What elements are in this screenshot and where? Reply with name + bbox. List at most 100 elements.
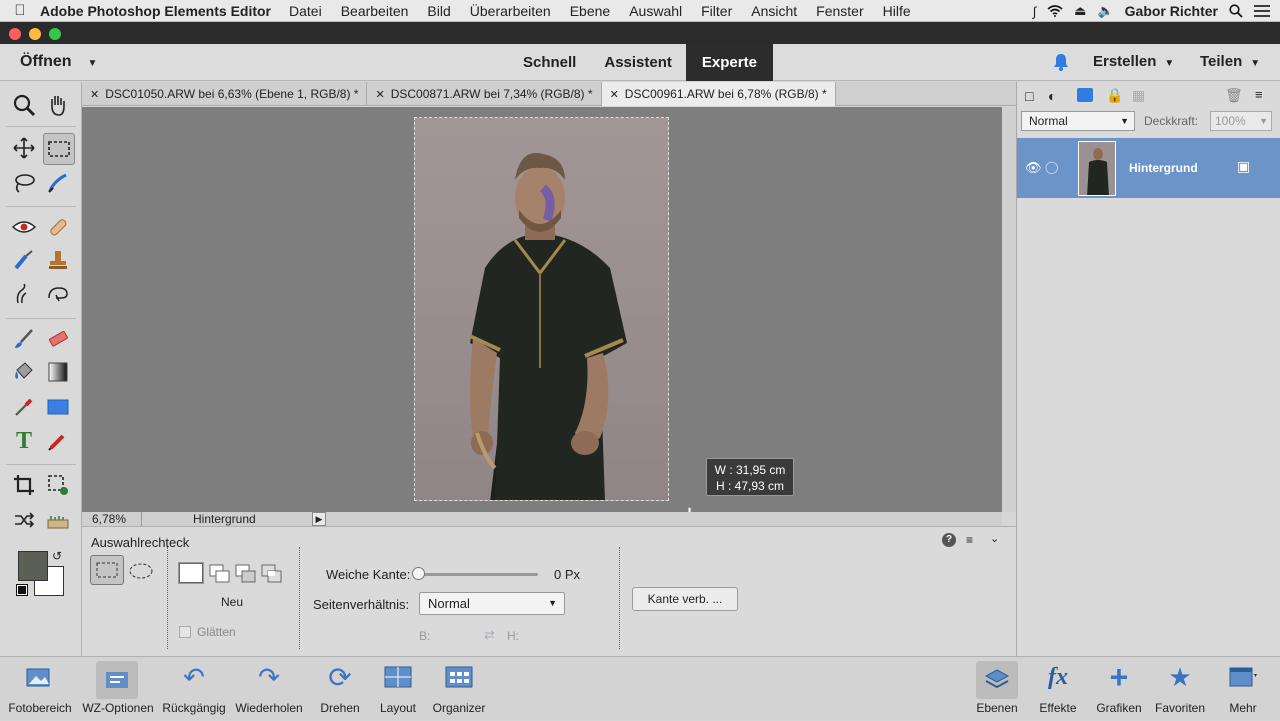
refine-edge-button[interactable]: Kante verb. ... bbox=[632, 587, 738, 611]
adjustment-layer-icon[interactable]: ◐ bbox=[1048, 88, 1056, 104]
eject-icon[interactable]: ⏏ bbox=[1074, 3, 1086, 19]
close-tab-icon[interactable]: ✕ bbox=[90, 89, 99, 101]
redo-button[interactable]: ↷ Wiederholen bbox=[230, 657, 308, 721]
trash-icon[interactable]: 🗑 bbox=[1225, 87, 1243, 104]
new-selection-icon[interactable] bbox=[178, 562, 204, 584]
apple-icon[interactable]:  bbox=[0, 2, 40, 19]
move-tool-icon[interactable] bbox=[9, 133, 39, 163]
eyedropper-tool-icon[interactable] bbox=[9, 392, 39, 422]
more-button[interactable]: Mehr bbox=[1218, 657, 1268, 721]
eraser-tool-icon[interactable] bbox=[43, 324, 73, 354]
bell-icon[interactable] bbox=[1051, 52, 1071, 72]
tab-schnell[interactable]: Schnell bbox=[509, 44, 590, 81]
brush-tool-icon[interactable] bbox=[9, 324, 39, 354]
document-tab[interactable]: ✕ DSC01050.ARW bei 6,63% (Ebene 1, RGB/8)… bbox=[82, 82, 368, 106]
menu-datei[interactable]: Datei bbox=[289, 3, 322, 19]
rectangular-marquee-tool-icon[interactable] bbox=[43, 133, 75, 165]
menu-bearbeiten[interactable]: Bearbeiten bbox=[341, 3, 409, 19]
rotate-button[interactable]: ⟳ Drehen bbox=[308, 657, 372, 721]
menu-filter[interactable]: Filter bbox=[701, 3, 732, 19]
layout-button[interactable]: Layout bbox=[372, 657, 424, 721]
menu-ueberarbeiten[interactable]: Überarbeiten bbox=[470, 3, 551, 19]
rect-marquee-option-icon[interactable] bbox=[90, 555, 124, 585]
photo-bin-button[interactable]: Fotobereich bbox=[0, 657, 80, 721]
user-name[interactable]: Gabor Richter bbox=[1125, 3, 1218, 19]
document-tab-active[interactable]: ✕ DSC00961.ARW bei 6,78% (RGB/8) * bbox=[601, 82, 836, 106]
layer-name[interactable]: Hintergrund bbox=[1129, 161, 1198, 175]
smudge-tool-icon[interactable] bbox=[9, 279, 39, 309]
new-layer-icon[interactable]: □ bbox=[1025, 88, 1033, 104]
menu-bild[interactable]: Bild bbox=[427, 3, 450, 19]
close-tab-icon[interactable]: ✕ bbox=[375, 89, 384, 101]
undo-button[interactable]: ↶ Rückgängig bbox=[158, 657, 230, 721]
wifi-icon[interactable] bbox=[1047, 5, 1063, 17]
subtract-selection-icon[interactable] bbox=[235, 564, 257, 589]
gradient-tool-icon[interactable] bbox=[43, 357, 73, 387]
shape-tool-icon[interactable] bbox=[43, 392, 73, 422]
sponge-tool-icon[interactable] bbox=[43, 279, 73, 309]
paint-bucket-icon[interactable] bbox=[9, 357, 39, 387]
open-button[interactable]: Öffnen ▼ bbox=[20, 53, 97, 71]
red-eye-tool-icon[interactable] bbox=[9, 212, 39, 242]
ellipse-marquee-option-icon[interactable] bbox=[127, 557, 155, 585]
zoom-tool-icon[interactable] bbox=[9, 90, 39, 120]
graphics-button[interactable]: + Grafiken bbox=[1090, 657, 1148, 721]
swap-colors-icon[interactable]: ↺ bbox=[52, 549, 62, 563]
document-tab[interactable]: ✕ DSC00871.ARW bei 7,34% (RGB/8) * bbox=[367, 82, 602, 106]
content-aware-move-icon[interactable] bbox=[9, 505, 39, 535]
minimize-window-button[interactable] bbox=[29, 28, 41, 40]
status-menu-arrow-icon[interactable]: ▶ bbox=[312, 512, 326, 526]
volume-icon[interactable]: 🔈 bbox=[1097, 3, 1113, 19]
clone-stamp-icon[interactable] bbox=[43, 245, 73, 275]
lock-transparency-icon[interactable]: ▦ bbox=[1132, 87, 1145, 104]
lock-icon[interactable]: 🔒 bbox=[1106, 87, 1123, 104]
pencil-tool-icon[interactable] bbox=[43, 426, 73, 456]
crop-tool-icon[interactable] bbox=[9, 470, 39, 500]
app-name-menu[interactable]: Adobe Photoshop Elements Editor bbox=[40, 3, 271, 19]
share-button[interactable]: Teilen ▼ bbox=[1200, 53, 1260, 70]
feather-slider[interactable] bbox=[418, 573, 538, 576]
aspect-ratio-select[interactable]: Normal ▼ bbox=[419, 592, 565, 615]
blend-mode-select[interactable]: Normal ▼ bbox=[1021, 111, 1135, 131]
menu-fenster[interactable]: Fenster bbox=[816, 3, 863, 19]
intersect-selection-icon[interactable] bbox=[261, 564, 283, 589]
panel-menu-icon[interactable]: ≡ bbox=[1255, 87, 1263, 102]
document-image[interactable] bbox=[414, 117, 669, 501]
zoom-level[interactable]: 6,78% bbox=[92, 512, 126, 526]
feather-slider-thumb[interactable] bbox=[412, 567, 425, 580]
effects-button[interactable]: fx Effekte bbox=[1034, 657, 1082, 721]
favorites-button[interactable]: ★ Favoriten bbox=[1150, 657, 1210, 721]
menu-ansicht[interactable]: Ansicht bbox=[751, 3, 797, 19]
menu-auswahl[interactable]: Auswahl bbox=[629, 3, 682, 19]
tab-assistent[interactable]: Assistent bbox=[590, 44, 686, 81]
smart-brush-icon[interactable] bbox=[9, 245, 39, 275]
organizer-button[interactable]: Organizer bbox=[426, 657, 492, 721]
layer-row-hintergrund[interactable]: 👁 ◯ Hintergrund ▣ bbox=[1017, 138, 1280, 198]
opacity-field[interactable]: 100% ▼ bbox=[1210, 111, 1272, 131]
notification-list-icon[interactable] bbox=[1254, 5, 1270, 17]
link-icon[interactable]: ◯ bbox=[1045, 160, 1058, 174]
lasso-tool-icon[interactable] bbox=[9, 168, 39, 198]
type-tool-icon[interactable]: T bbox=[9, 426, 39, 456]
swap-dimensions-icon[interactable]: ⇄ bbox=[484, 627, 495, 643]
close-tab-icon[interactable]: ✕ bbox=[610, 89, 619, 101]
bluetooth-icon[interactable]: ∫ bbox=[1033, 4, 1037, 19]
close-window-button[interactable] bbox=[9, 28, 21, 40]
collapse-options-icon[interactable]: ⌄ bbox=[990, 532, 999, 545]
straighten-tool-icon[interactable] bbox=[43, 505, 73, 535]
menu-hilfe[interactable]: Hilfe bbox=[883, 3, 911, 19]
options-menu-icon[interactable]: ≡ bbox=[966, 533, 973, 547]
eye-visibility-icon[interactable]: 👁 bbox=[1025, 160, 1042, 176]
smooth-checkbox[interactable] bbox=[179, 626, 191, 638]
quick-selection-tool-icon[interactable] bbox=[43, 168, 73, 198]
spot-healing-brush-icon[interactable] bbox=[43, 212, 73, 242]
vertical-scrollbar[interactable] bbox=[1002, 107, 1016, 512]
recompose-tool-icon[interactable] bbox=[43, 470, 73, 500]
create-button[interactable]: Erstellen ▼ bbox=[1093, 53, 1174, 70]
canvas-area[interactable]: W : 31,95 cm H : 47,93 cm ✛ bbox=[82, 107, 1002, 525]
zoom-window-button[interactable] bbox=[49, 28, 61, 40]
tab-experte[interactable]: Experte bbox=[685, 44, 773, 81]
spotlight-search-icon[interactable] bbox=[1229, 4, 1243, 18]
tool-options-button[interactable]: WZ-Optionen bbox=[78, 657, 158, 721]
default-colors-icon[interactable] bbox=[16, 584, 28, 596]
